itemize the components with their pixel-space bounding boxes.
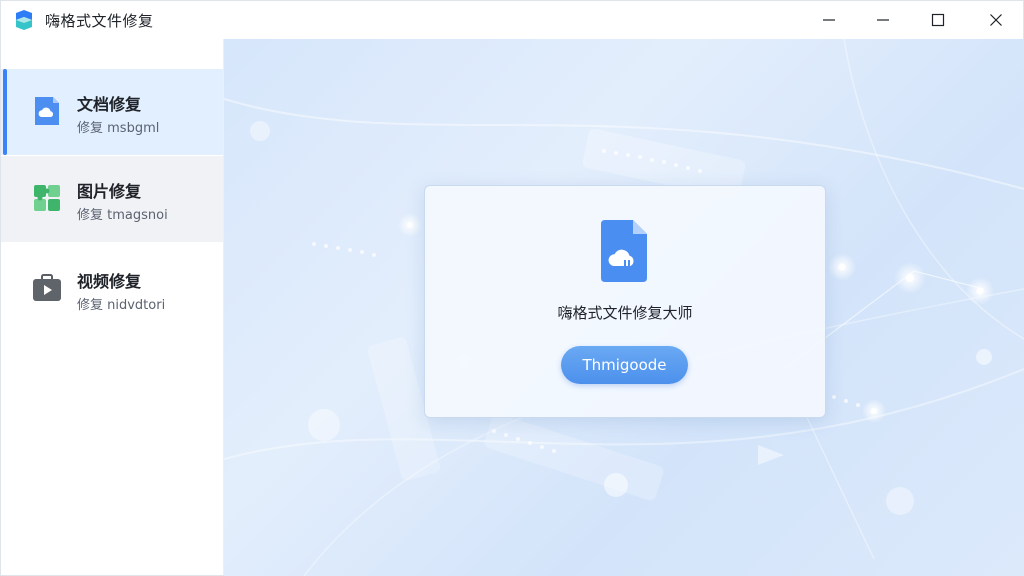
- app-logo-icon: [16, 10, 32, 30]
- sidebar: 文档修复 修复 msbgml 图片修复 修复 tmagsnoi 视频修复 修复: [1, 39, 224, 575]
- minimize-icon: [877, 19, 889, 21]
- video-play-icon: [33, 274, 61, 301]
- start-button[interactable]: Thmigoode: [561, 346, 688, 384]
- main-content: 嗨格式文件修复大师 Thmigoode: [224, 39, 1024, 576]
- document-cloud-icon: [601, 220, 647, 282]
- close-button[interactable]: [970, 1, 1022, 39]
- minimize-icon: [823, 19, 835, 21]
- sidebar-item-label: 文档修复: [77, 95, 142, 114]
- minimize-button[interactable]: [803, 1, 855, 39]
- sidebar-item-document-repair[interactable]: 文档修复 修复 msbgml: [1, 69, 223, 155]
- sidebar-item-sublabel: 修复 msbgml: [77, 121, 160, 136]
- sidebar-item-label: 视频修复: [77, 272, 142, 291]
- app-window: 嗨格式文件修复 文档修复 修复 msbgml 图片修复 修复 tmagsnoi …: [0, 0, 1024, 576]
- window-title: 嗨格式文件修复: [45, 12, 154, 30]
- maximize-icon: [931, 13, 945, 27]
- card-title: 嗨格式文件修复大师: [557, 304, 693, 322]
- sidebar-item-sublabel: 修复 tmagsnoi: [77, 208, 168, 223]
- close-icon: [990, 14, 1002, 26]
- document-cloud-icon: [35, 97, 59, 125]
- sidebar-item-label: 图片修复: [77, 182, 142, 201]
- minimize-alt-button[interactable]: [857, 1, 909, 39]
- sidebar-item-sublabel: 修复 nidvdtori: [77, 298, 166, 313]
- welcome-card: 嗨格式文件修复大师 Thmigoode: [424, 185, 826, 418]
- maximize-button[interactable]: [912, 1, 964, 39]
- sidebar-item-video-repair[interactable]: 视频修复 修复 nidvdtori: [1, 246, 223, 332]
- sidebar-item-image-repair[interactable]: 图片修复 修复 tmagsnoi: [1, 156, 223, 242]
- image-puzzle-icon: [34, 185, 60, 211]
- title-bar[interactable]: 嗨格式文件修复: [1, 1, 1023, 39]
